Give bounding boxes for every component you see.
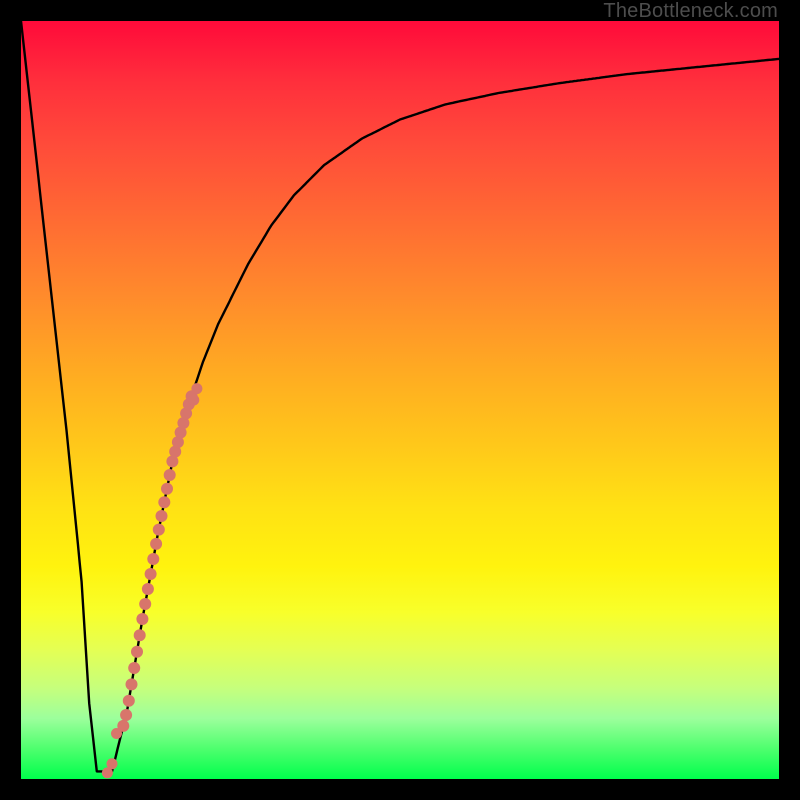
curve-layer (21, 21, 779, 779)
data-point (191, 383, 202, 394)
data-point (128, 662, 140, 674)
data-point (188, 395, 199, 406)
data-point (126, 678, 138, 690)
data-point (139, 598, 151, 610)
bottleneck-curve (21, 21, 779, 771)
data-point (102, 767, 113, 778)
data-point (123, 695, 135, 707)
plot-area (21, 21, 779, 779)
data-point (156, 510, 168, 522)
data-point (145, 568, 157, 580)
data-point (161, 483, 173, 495)
data-point (142, 583, 154, 595)
data-point (111, 728, 122, 739)
watermark-text: TheBottleneck.com (603, 0, 778, 23)
data-point (136, 613, 148, 625)
data-point (164, 469, 176, 481)
data-point (147, 553, 159, 565)
data-point (158, 496, 170, 508)
chart-frame: TheBottleneck.com (0, 0, 800, 800)
data-point (120, 709, 132, 721)
data-point (131, 646, 143, 658)
data-point (150, 538, 162, 550)
data-point (134, 629, 146, 641)
data-point (153, 524, 165, 536)
